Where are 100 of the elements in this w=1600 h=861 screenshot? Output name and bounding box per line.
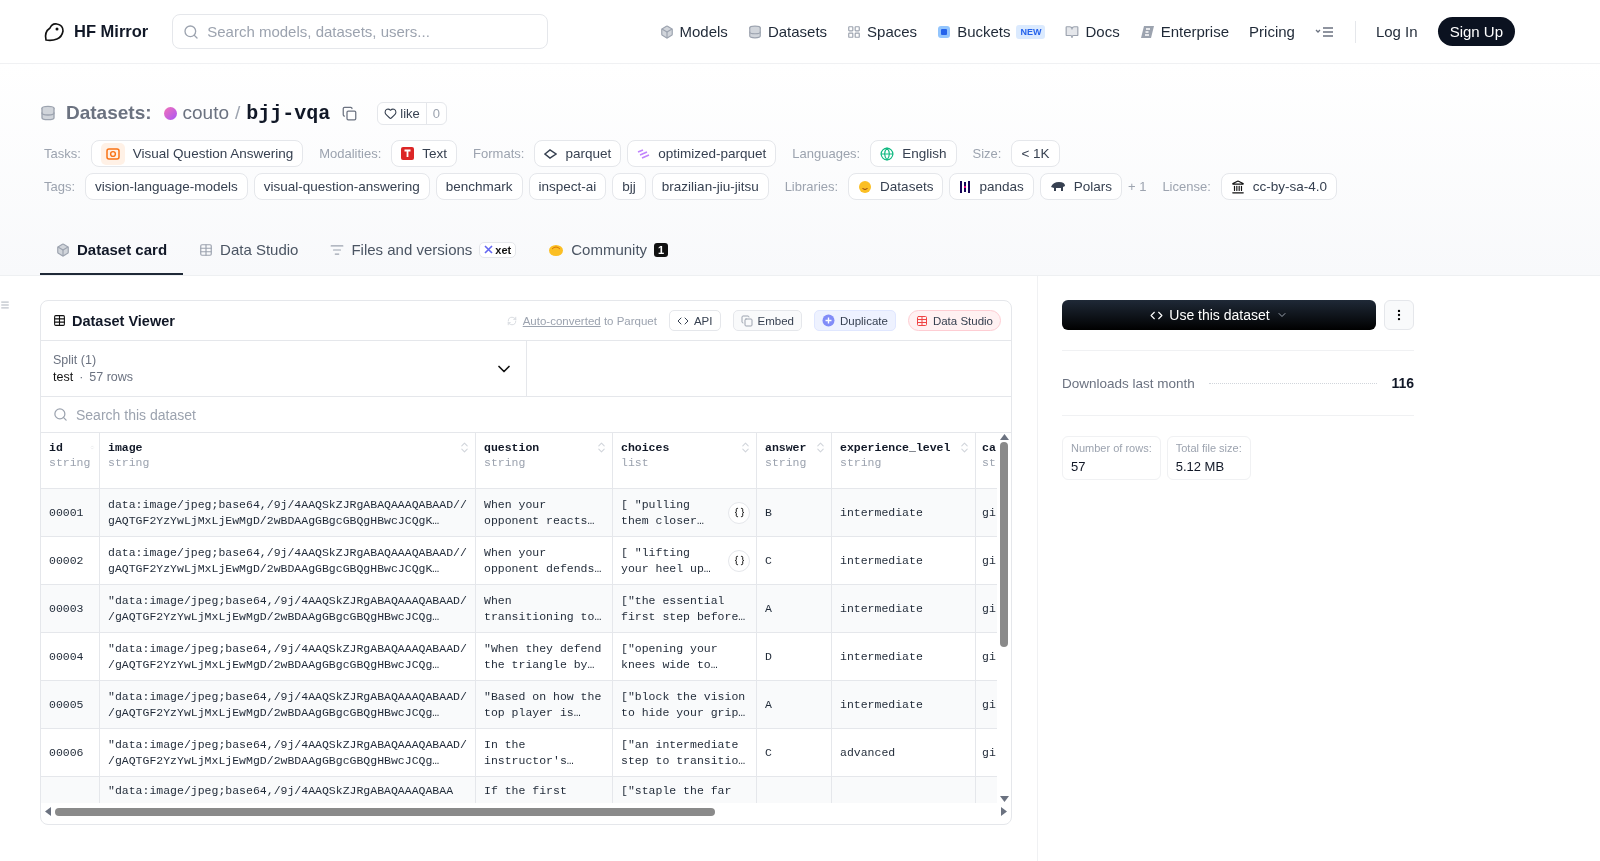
stat-card: Number of rows: 57: [1062, 436, 1161, 480]
tab[interactable]: Files and versions xet: [314, 226, 533, 275]
search-icon: [53, 407, 68, 422]
path-separator: /: [235, 102, 241, 124]
meta-label: Libraries:: [784, 179, 839, 194]
tag-chip[interactable]: Text: [391, 140, 458, 167]
column-header[interactable]: experience_level string: [832, 433, 976, 488]
tag-chip[interactable]: visual-question-answering: [253, 173, 430, 200]
table-cell: 00004: [41, 633, 100, 680]
repo-name[interactable]: bjj-vqa: [246, 101, 331, 125]
tag-chip[interactable]: inspect-ai: [528, 173, 607, 200]
tag-chip[interactable]: Visual Question Answering: [90, 140, 304, 167]
table-cell: B: [757, 489, 832, 536]
nav-link[interactable]: Models: [659, 23, 728, 40]
slanted-tile-icon: [1139, 24, 1155, 39]
nav-link[interactable]: Pricing: [1249, 23, 1295, 40]
tab[interactable]: Dataset card: [40, 226, 184, 275]
table-cell: intermediate: [832, 633, 976, 680]
nav-link[interactable]: Enterprise: [1139, 23, 1230, 40]
tag-chip[interactable]: English: [870, 140, 957, 167]
table-cell: [ "lifting your heel up…: [613, 537, 757, 584]
meta-label: Tasks:: [44, 146, 81, 161]
table-cell: In the instructor's…: [476, 729, 613, 776]
files-icon: [330, 242, 345, 257]
nav-link[interactable]: Datasets: [747, 23, 828, 40]
viewer-button[interactable]: Data Studio: [907, 310, 1001, 331]
smiley-icon: [858, 179, 873, 194]
square-icon: [937, 24, 952, 39]
column-header[interactable]: choices list: [613, 433, 757, 488]
table-cell: data:image/jpeg;base64,/9j/4AAQSkZJRgABAQAAAQABAAD//gAQTGF2YzYwLjMxLjEwMgD/2wBDAAgGBgcGBQgHBwcJCQgK…: [100, 489, 476, 536]
tab[interactable]: Data Studio: [183, 226, 315, 275]
expand-json-button[interactable]: [728, 549, 750, 572]
menu-icon: [0, 300, 10, 310]
table-cell: data:image/jpeg;base64,/9j/4AAQSkZJRgABAQAAAQABAAD//gAQTGF2YzYwLjMxLjEwMgD/2wBDAAgGBgcGBQgHBwcJCQgK…: [100, 537, 476, 584]
table-cell: When your opponent defends…: [476, 537, 613, 584]
log-in-link[interactable]: Log In: [1375, 23, 1418, 40]
layers-icon: [637, 148, 651, 159]
tag-chip[interactable]: pandas: [949, 173, 1034, 200]
tag-chip[interactable]: vision-language-models: [85, 173, 248, 200]
tag-chip[interactable]: optimized-parquet: [627, 140, 777, 167]
globe-icon: [880, 146, 895, 161]
table-cell: intermediate: [832, 537, 976, 584]
tag-chip[interactable]: < 1K: [1011, 140, 1060, 167]
cube-icon: [56, 242, 70, 257]
viewer-button[interactable]: API: [668, 310, 721, 331]
tag-chip[interactable]: cc-by-sa-4.0: [1220, 173, 1338, 200]
brand-name[interactable]: HF Mirror: [74, 22, 149, 41]
meta-label: Size:: [972, 146, 1002, 161]
downloads-label: Downloads last month: [1062, 375, 1195, 391]
column-header[interactable]: image string: [100, 433, 476, 488]
table-cell: ["the essential first step before…: [613, 585, 757, 632]
meta-label: Formats:: [473, 146, 525, 161]
viewer-button[interactable]: Duplicate: [813, 310, 896, 331]
tag-chip[interactable]: Polars: [1039, 173, 1122, 200]
table-icon: [199, 242, 214, 257]
tag-chip[interactable]: brazilian-jiu-jitsu: [651, 173, 769, 200]
copy-icon[interactable]: [342, 105, 358, 121]
book-icon: [1065, 24, 1080, 39]
table-cell: D: [757, 633, 832, 680]
arrow-right-icon[interactable]: [1001, 807, 1007, 816]
table-cell: When transitioning to…: [476, 585, 613, 632]
viewer-title: Dataset Viewer: [72, 312, 175, 329]
tag-chip[interactable]: benchmark: [435, 173, 523, 200]
tab[interactable]: Community 1: [532, 226, 685, 275]
sign-up-button[interactable]: Sign Up: [1437, 17, 1515, 46]
meta-label: Tags:: [44, 179, 76, 194]
tag-chip[interactable]: parquet: [534, 140, 622, 167]
table-icon: [53, 314, 66, 327]
meta-label: License:: [1162, 179, 1211, 194]
cube-icon: [659, 24, 674, 39]
tag-chip[interactable]: bjj: [612, 173, 646, 200]
vertical-scrollbar[interactable]: [997, 433, 1011, 803]
table-cell: C: [757, 537, 832, 584]
menu-icon[interactable]: [1314, 25, 1335, 38]
braces-icon: [733, 555, 745, 566]
owner-link[interactable]: couto: [182, 102, 230, 124]
nav-link[interactable]: Docs: [1065, 23, 1120, 40]
arrow-up-icon[interactable]: [999, 433, 1009, 440]
table-cell: When your opponent reacts…: [476, 489, 613, 536]
column-header[interactable]: question string: [476, 433, 613, 488]
like-button[interactable]: like 0: [377, 101, 448, 125]
nav-link[interactable]: Spaces: [847, 23, 918, 40]
count-badge: 1: [654, 242, 669, 257]
nav-link[interactable]: Buckets NEW: [937, 23, 1046, 40]
database-icon: [40, 105, 56, 121]
search-icon: [183, 23, 200, 40]
conversion-note: Auto-converted to Parquet: [522, 314, 657, 327]
expand-json-button[interactable]: [728, 501, 750, 524]
viewer-button[interactable]: Embed: [732, 310, 802, 331]
column-header[interactable]: id string: [41, 433, 100, 488]
use-dataset-button[interactable]: Use this dataset: [1062, 300, 1376, 330]
column-header[interactable]: answer string: [757, 433, 832, 488]
table-cell: "data:image/jpeg;base64,/9j/4AAQSkZJRgABAQAAAQABAAD//gAQTGF2YzYwLjMxLjEwMgD/2wBDAAgGBgcGBQgHBwcJCQg…: [100, 585, 476, 632]
table-cell: intermediate: [832, 585, 976, 632]
arrow-left-icon[interactable]: [45, 807, 51, 816]
tag-chip[interactable]: Datasets: [848, 173, 944, 200]
text-type-icon: [401, 147, 415, 160]
arrow-down-icon[interactable]: [999, 796, 1009, 803]
split-select[interactable]: Split (1) test · 57 rows: [41, 341, 527, 396]
table-cell: 00006: [41, 729, 100, 776]
